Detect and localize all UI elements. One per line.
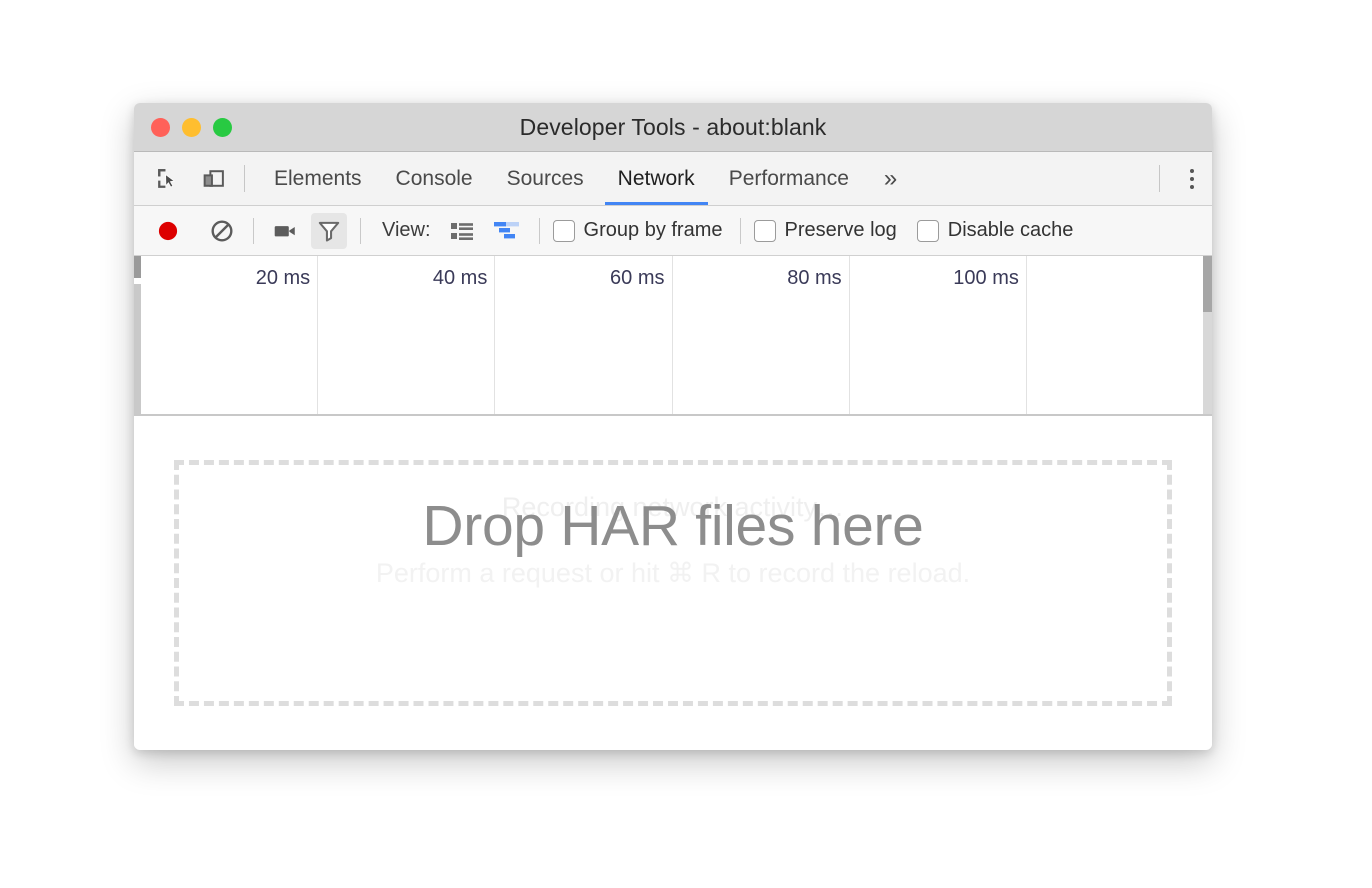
filter-funnel-icon[interactable]	[311, 213, 347, 249]
checkbox-disable-cache[interactable]: Disable cache	[917, 219, 1074, 242]
kebab-dot	[1190, 177, 1194, 181]
recording-hint-text: Perform a request or hit ⌘ R to record t…	[134, 560, 1212, 587]
checkbox-preserve-log[interactable]: Preserve log	[754, 219, 897, 242]
devtools-tabs: Elements Console Sources Network Perform…	[257, 152, 915, 205]
record-button[interactable]	[150, 213, 186, 249]
timeline-tick-label: 20 ms	[256, 267, 310, 290]
clear-button[interactable]	[204, 213, 240, 249]
kebab-dot	[1190, 169, 1194, 173]
timeline-tick: 60 ms	[495, 256, 672, 414]
list-view-icon[interactable]	[444, 213, 480, 249]
preserve-log-label: Preserve log	[785, 219, 897, 242]
timeline-ruler: 20 ms 40 ms 60 ms 80 ms 100 ms	[141, 256, 1203, 414]
tabbar-right-group	[1145, 152, 1212, 205]
tab-elements[interactable]: Elements	[257, 152, 379, 205]
tab-network-label: Network	[618, 167, 695, 191]
device-toolbar-icon[interactable]	[196, 162, 230, 196]
tab-sources-label: Sources	[507, 167, 584, 191]
drop-har-title: Drop HAR files here	[134, 498, 1212, 555]
window-titlebar: Developer Tools - about:blank	[134, 103, 1212, 152]
inspect-element-icon[interactable]	[150, 162, 184, 196]
network-request-panel: Recording network activity… Perform a re…	[134, 416, 1212, 747]
disable-cache-label: Disable cache	[948, 219, 1074, 242]
screen: Developer Tools - about:blank	[0, 0, 1372, 888]
toolbar-divider-4	[740, 218, 741, 244]
tabbar-right-divider	[1159, 165, 1160, 192]
group-by-frame-label: Group by frame	[584, 219, 723, 242]
tab-console[interactable]: Console	[379, 152, 490, 205]
disable-cache-checkbox[interactable]	[917, 220, 939, 242]
overview-scrollbar[interactable]	[1203, 256, 1212, 414]
timeline-tick-label: 100 ms	[953, 267, 1019, 290]
waterfall-view-icon[interactable]	[490, 213, 526, 249]
timeline-tick-label: 80 ms	[787, 267, 841, 290]
tab-elements-label: Elements	[274, 167, 362, 191]
timeline-tick: 20 ms	[141, 256, 318, 414]
window-title: Developer Tools - about:blank	[134, 114, 1212, 141]
network-toolbar: View:	[134, 206, 1212, 256]
kebab-dot	[1190, 185, 1194, 189]
overview-left-scroll[interactable]	[134, 256, 141, 414]
tabbar-divider	[244, 165, 245, 192]
timeline-tick: 40 ms	[318, 256, 495, 414]
tab-network[interactable]: Network	[601, 152, 712, 205]
group-by-frame-checkbox[interactable]	[553, 220, 575, 242]
camera-icon[interactable]	[267, 213, 303, 249]
timeline-tick: 80 ms	[673, 256, 850, 414]
tab-performance-label: Performance	[729, 167, 849, 191]
network-overview: 20 ms 40 ms 60 ms 80 ms 100 ms	[134, 256, 1212, 416]
toolbar-divider-2	[360, 218, 361, 244]
chevron-double-right-icon: »	[884, 165, 897, 193]
preserve-log-checkbox[interactable]	[754, 220, 776, 242]
timeline-tick-label: 40 ms	[433, 267, 487, 290]
toolbar-divider-3	[539, 218, 540, 244]
timeline-tick: 100 ms	[850, 256, 1027, 414]
tab-console-label: Console	[396, 167, 473, 191]
overview-scrollbar-thumb[interactable]	[1203, 256, 1212, 312]
toolbar-divider-1	[253, 218, 254, 244]
tab-performance[interactable]: Performance	[712, 152, 866, 205]
more-tabs-button[interactable]: »	[866, 152, 915, 205]
timeline-tick	[1027, 256, 1203, 414]
view-label: View:	[382, 219, 431, 242]
tabbar-tool-icons	[134, 152, 230, 205]
devtools-window: Developer Tools - about:blank	[134, 103, 1212, 750]
timeline-tick-label: 60 ms	[610, 267, 664, 290]
checkbox-group-by-frame[interactable]: Group by frame	[553, 219, 723, 242]
kebab-menu-icon[interactable]	[1172, 152, 1212, 206]
devtools-tabbar: Elements Console Sources Network Perform…	[134, 152, 1212, 206]
tab-sources[interactable]: Sources	[490, 152, 601, 205]
